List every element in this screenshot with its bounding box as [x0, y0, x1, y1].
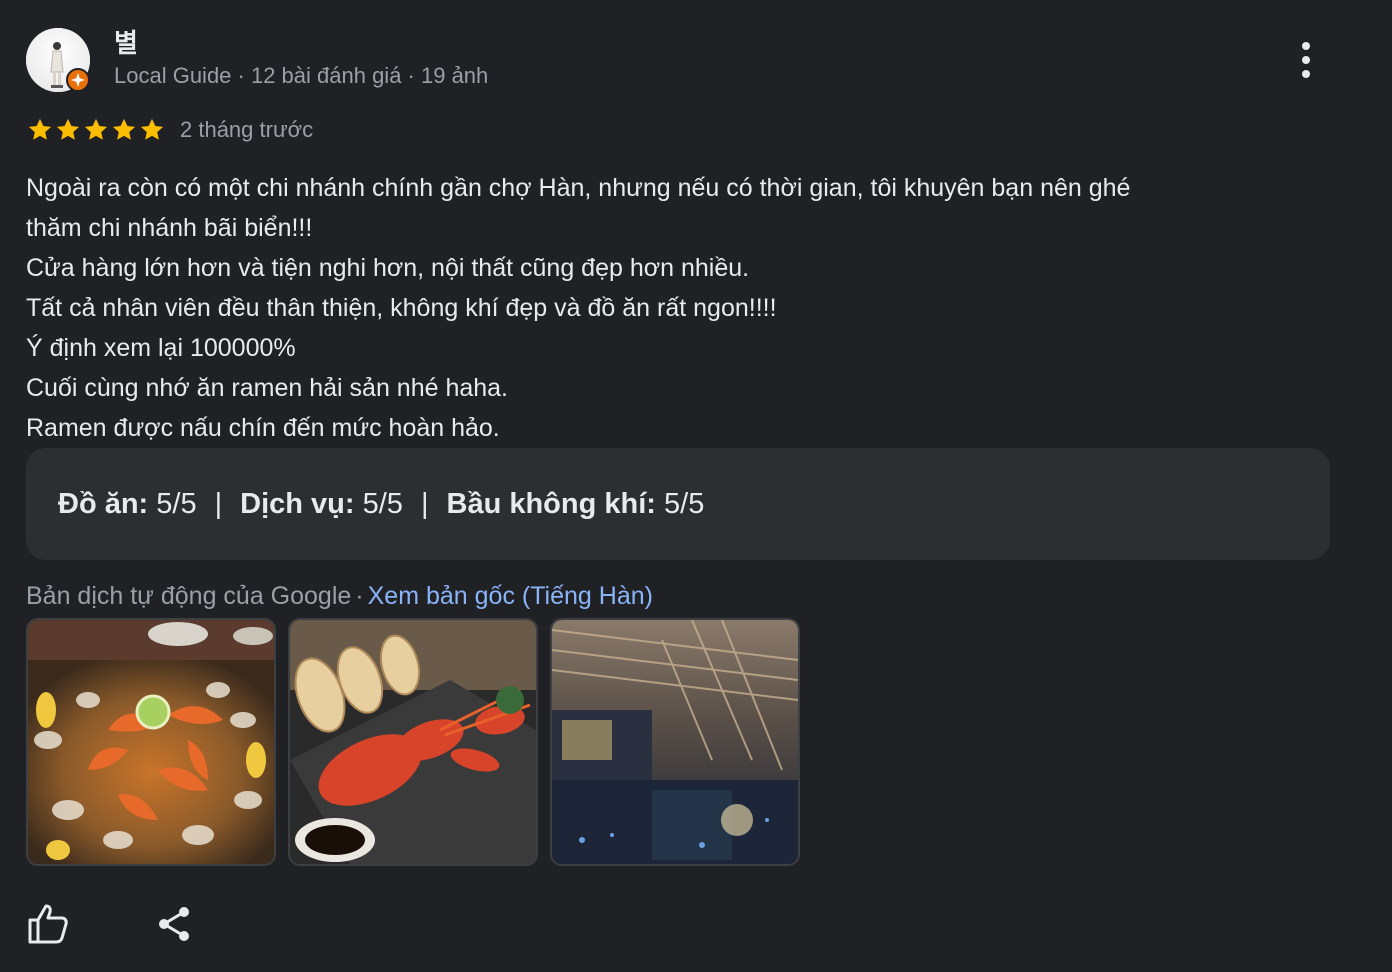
star-rating [26, 116, 166, 144]
thumb-up-icon [28, 904, 68, 944]
star-icon [112, 118, 136, 140]
more-options-button[interactable] [1286, 36, 1326, 84]
review-time: 2 tháng trước [180, 117, 314, 142]
translation-label: Bản dịch tự động của Google [26, 582, 352, 610]
review-photo-lobster[interactable] [288, 618, 538, 866]
rating-service-value: 5/5 [362, 487, 403, 520]
review-line: thăm chi nhánh bãi biển!!! [26, 214, 313, 242]
reviewer-avatar[interactable] [26, 28, 90, 92]
rating-atmosphere-value: 5/5 [664, 487, 705, 520]
more-vert-icon [1302, 42, 1310, 78]
rating-separator: | [214, 487, 223, 520]
translation-notice: Bản dịch tự động của Google · Xem bản gốc … [26, 580, 653, 612]
lobster-and-bread-image [290, 620, 536, 864]
review-photo-interior[interactable] [550, 618, 800, 866]
rating-food-label: Đồ ăn: [58, 487, 149, 520]
review-line: Ngoài ra còn có một chi nhánh chính gần … [26, 174, 1131, 202]
seafood-platter-image [28, 620, 274, 864]
reviewer-meta: Local Guide · 12 bài đánh giá · 19 ảnh [114, 63, 489, 88]
rating-separator: | [420, 487, 429, 520]
review-line: Cuối cùng nhớ ăn ramen hải sản nhé haha. [26, 374, 509, 402]
restaurant-interior-image [552, 620, 798, 864]
star-icon [84, 118, 108, 140]
review-line: Ý định xem lại 100000% [26, 334, 296, 362]
review-photo-seafood[interactable] [26, 618, 276, 866]
rating-atmosphere-label: Bầu không khí: [446, 487, 656, 520]
rating-food-value: 5/5 [156, 487, 197, 520]
share-button[interactable] [150, 900, 198, 948]
star-icon [140, 118, 164, 140]
review-line: Ramen được nấu chín đến mức hoàn hảo. [26, 414, 500, 442]
share-icon [159, 907, 189, 941]
translation-dot: · [355, 582, 364, 610]
attribute-ratings: Đồ ăn: 5/5 | Dịch vụ: 5/5 | Bầu không kh… [26, 448, 1330, 560]
like-button[interactable] [24, 900, 72, 948]
rating-service-label: Dịch vụ: [240, 487, 355, 520]
reviewer-name[interactable]: 별 [114, 28, 138, 58]
review-line: Tất cả nhân viên đều thân thiện, không k… [26, 294, 777, 322]
star-icon [28, 118, 52, 140]
review-line: Cửa hàng lớn hơn và tiện nghi hơn, nội t… [26, 254, 750, 282]
local-guide-badge-icon [66, 68, 90, 92]
star-icon [56, 118, 80, 140]
view-original-link[interactable]: Xem bản gốc (Tiếng Hàn) [368, 582, 653, 610]
review-text: Ngoài ra còn có một chi nhánh chính gần … [26, 168, 1316, 448]
rating-row: 2 tháng trước [26, 114, 313, 146]
